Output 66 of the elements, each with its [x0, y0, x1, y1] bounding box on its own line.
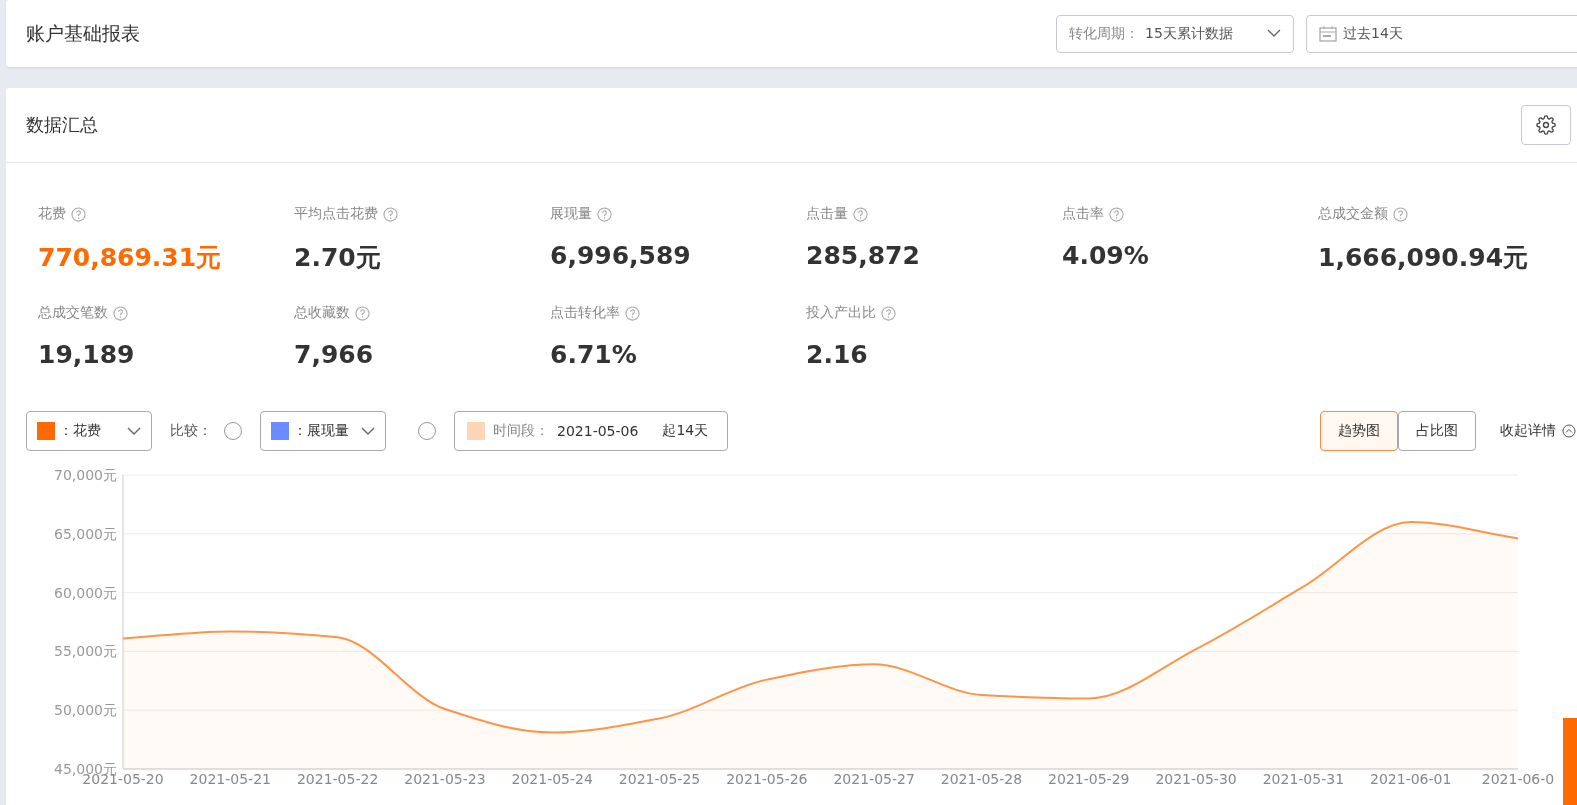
metric-label: 平均点击花费 [294, 205, 378, 223]
metric-value[interactable]: 6,996,589 [550, 241, 806, 270]
metric-label: 总成交笔数 [38, 304, 108, 322]
y-axis-label: 50,000元 [54, 702, 117, 719]
help-icon[interactable] [881, 305, 896, 321]
metric-select[interactable]: ：花费 [26, 411, 152, 451]
metric-value[interactable]: 4.09% [1062, 241, 1318, 270]
x-axis-label: 2021-05-31 [1262, 771, 1345, 787]
calendar-icon [1319, 25, 1337, 42]
help-icon[interactable] [625, 305, 640, 321]
metric-label: 总成交金额 [1318, 205, 1388, 223]
date-range-select[interactable]: 过去14天 [1306, 14, 1577, 53]
view-tab[interactable]: 占比图 [1398, 411, 1476, 451]
x-axis-label: 2021-05-25 [618, 771, 701, 787]
metric-label: 点击量 [806, 205, 848, 223]
help-icon[interactable] [355, 305, 370, 321]
y-axis-label: 55,000元 [54, 643, 117, 660]
settings-icon [1536, 115, 1556, 135]
metric-label: 花费 [38, 205, 66, 223]
section-title: 数据汇总 [26, 113, 98, 137]
metric-value[interactable]: 1,666,090.94元 [1318, 241, 1574, 274]
x-axis-label: 2021-05-29 [1048, 771, 1130, 787]
help-icon[interactable] [383, 206, 398, 222]
x-axis-label: 2021-05-30 [1155, 771, 1237, 787]
help-icon[interactable] [113, 305, 128, 321]
x-axis-label: 2021-05-22 [296, 771, 379, 787]
metric-label: 点击率 [1062, 205, 1104, 223]
y-axis-label: 60,000元 [54, 584, 117, 601]
x-axis-label: 2021-05-26 [726, 771, 808, 787]
metric-value[interactable]: 6.71% [550, 340, 806, 369]
x-axis-label: 2021-05-27 [833, 771, 915, 787]
metric-value[interactable]: 7,966 [294, 340, 550, 369]
x-axis-label: 2021-06-01 [1370, 771, 1452, 787]
chevron-down-icon [361, 426, 375, 436]
page-title: 账户基础报表 [26, 20, 141, 46]
metric-value[interactable]: 2.16 [806, 340, 1062, 369]
compare-label: 比较： [170, 422, 212, 440]
period-field[interactable]: 时间段： 2021-05-06 起14天 [454, 411, 728, 451]
y-axis-label: 65,000元 [54, 525, 117, 542]
x-axis-label: 2021-05-21 [189, 771, 271, 787]
settings-button[interactable] [1521, 105, 1571, 145]
metric-value[interactable]: 2.70元 [294, 241, 550, 274]
metric-value[interactable]: 19,189 [38, 340, 294, 369]
help-icon[interactable] [71, 206, 86, 222]
x-axis-label: 2021-05-28 [940, 771, 1023, 787]
chevron-down-icon [127, 426, 141, 436]
view-tab[interactable]: 趋势图 [1320, 411, 1398, 451]
chevron-up-icon [1562, 424, 1576, 438]
metric-label: 总收藏数 [294, 304, 350, 322]
help-icon[interactable] [1109, 206, 1124, 222]
collapse-link[interactable]: 收起详情 [1500, 422, 1556, 440]
help-icon[interactable] [853, 206, 868, 222]
x-axis-label: 2021-05-23 [404, 771, 486, 787]
metric-label: 投入产出比 [806, 304, 876, 322]
x-axis-label: 2021-05-24 [511, 771, 593, 787]
metric-value[interactable]: 285,872 [806, 241, 1062, 270]
metric-label: 展现量 [550, 205, 592, 223]
y-axis-label: 70,000元 [54, 467, 117, 483]
chevron-down-icon [1267, 29, 1281, 38]
x-axis-label: 2021-06-0 [1481, 771, 1555, 787]
compare-metric-select[interactable]: ：展现量 [260, 411, 386, 451]
help-icon[interactable] [1393, 206, 1408, 222]
metric-label: 点击转化率 [550, 304, 620, 322]
conversion-cycle-select[interactable]: 转化周期： 15天累计数据 [1056, 14, 1294, 53]
color-swatch-disabled [467, 422, 485, 440]
help-icon[interactable] [597, 206, 612, 222]
